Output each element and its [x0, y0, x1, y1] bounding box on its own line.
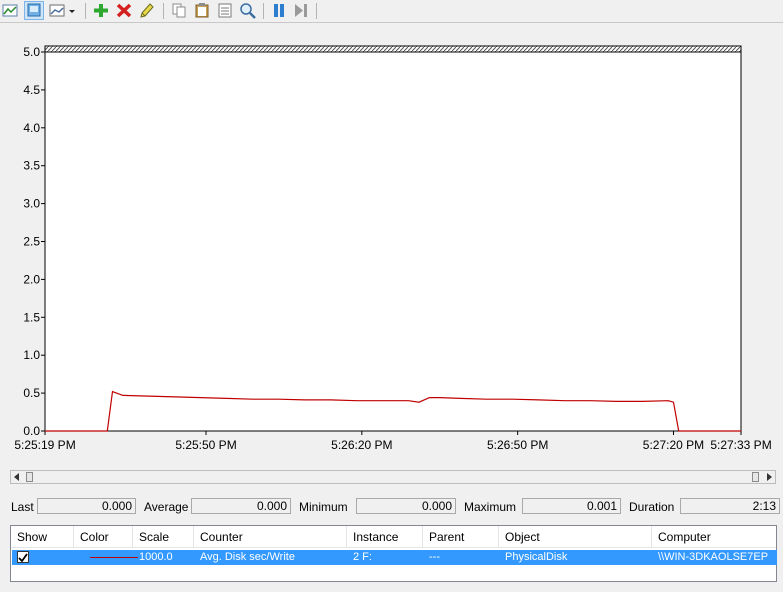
toolbar-separator: [85, 3, 86, 19]
column-header-color[interactable]: Color: [74, 526, 133, 547]
table-row[interactable]: 1000.0 Avg. Disk sec/Write 2 F: --- Phys…: [12, 550, 777, 565]
y-tick-label: 2.5: [23, 235, 40, 249]
add-counter-icon[interactable]: [92, 2, 110, 19]
x-tick-label: 5:26:50 PM: [487, 438, 548, 452]
row-counter: Avg. Disk sec/Write: [200, 551, 295, 563]
view-log-data-icon[interactable]: [48, 2, 66, 19]
performance-graph: 0.0 0.5 1.0 1.5 2.0 2.5 3.0 3.5 4.0 4.5 5.0 5:25:19…: [14, 45, 771, 452]
toolbar-separator: [316, 3, 317, 19]
scroll-range-end-handle[interactable]: [752, 472, 759, 482]
update-data-icon[interactable]: [292, 2, 310, 19]
scroll-right-arrow-icon[interactable]: [763, 471, 775, 483]
maximum-value: 0.001: [522, 498, 621, 514]
y-tick-label: 0.0: [23, 424, 40, 438]
view-current-activity-icon[interactable]: [24, 1, 44, 20]
column-header-show[interactable]: Show: [11, 526, 74, 547]
duration-value: 2:13: [680, 498, 780, 514]
minimum-label: Minimum: [299, 500, 348, 514]
x-tick-label: 5:27:20 PM: [643, 438, 704, 452]
plot-area: [44, 45, 742, 432]
chevron-down-icon[interactable]: [66, 2, 78, 19]
scroll-left-arrow-icon[interactable]: [11, 471, 23, 483]
counter-color-swatch: [90, 557, 138, 558]
toolbar: [0, 0, 783, 23]
delete-counter-icon[interactable]: [115, 2, 133, 19]
row-object: PhysicalDisk: [505, 551, 568, 563]
column-header-computer[interactable]: Computer: [652, 526, 776, 547]
show-checkbox[interactable]: [17, 551, 29, 563]
row-computer: \\WIN-3DKAOLSE7EP: [658, 551, 769, 563]
column-header-scale[interactable]: Scale: [133, 526, 194, 547]
table-header-row: Show Color Scale Counter Instance Parent…: [11, 526, 776, 548]
row-parent: ---: [429, 551, 440, 563]
counter-legend-table: Show Color Scale Counter Instance Parent…: [10, 525, 777, 582]
x-tick-label: 5:25:19 PM: [14, 438, 75, 452]
change-graph-type-icon[interactable]: [1, 2, 19, 19]
y-tick-label: 4.5: [23, 83, 40, 97]
column-header-instance[interactable]: Instance: [347, 526, 423, 547]
minimum-value: 0.000: [356, 498, 456, 514]
zoom-icon[interactable]: [239, 2, 257, 19]
scroll-range-start-handle[interactable]: [26, 472, 33, 482]
maximum-label: Maximum: [464, 500, 517, 514]
freeze-display-icon[interactable]: [270, 2, 288, 19]
toolbar-separator: [163, 3, 164, 19]
y-tick-label: 1.0: [23, 348, 40, 362]
y-tick-label: 4.0: [23, 121, 40, 135]
y-tick-label: 2.0: [23, 272, 40, 286]
y-tick-label: 3.0: [23, 197, 40, 211]
y-tick-label: 5.0: [23, 45, 40, 59]
value-bar: Last 0.000 Average 0.000 Minimum 0.000 M…: [0, 496, 783, 516]
y-tick-label: 1.5: [23, 310, 40, 324]
copy-properties-icon[interactable]: [170, 2, 188, 19]
row-scale: 1000.0: [139, 551, 173, 563]
y-tick-label: 0.5: [23, 386, 40, 400]
column-header-parent[interactable]: Parent: [423, 526, 499, 547]
time-scrollbar[interactable]: [10, 470, 776, 484]
average-label: Average: [144, 500, 189, 514]
hatched-top-strip: [44, 45, 742, 53]
x-tick-label: 5:25:50 PM: [175, 438, 236, 452]
last-value: 0.000: [37, 498, 136, 514]
last-label: Last: [11, 500, 34, 514]
properties-icon[interactable]: [216, 2, 234, 19]
column-header-counter[interactable]: Counter: [194, 526, 347, 547]
x-tick-label: 5:27:33 PM: [710, 438, 771, 452]
toolbar-separator: [263, 3, 264, 19]
highlight-icon[interactable]: [138, 2, 156, 19]
y-tick-label: 3.5: [23, 159, 40, 173]
average-value: 0.000: [191, 498, 291, 514]
duration-label: Duration: [629, 500, 675, 514]
column-header-object[interactable]: Object: [499, 526, 652, 547]
row-instance: 2 F:: [353, 551, 372, 563]
paste-counter-list-icon[interactable]: [193, 2, 211, 19]
x-tick-label: 5:26:20 PM: [331, 438, 392, 452]
